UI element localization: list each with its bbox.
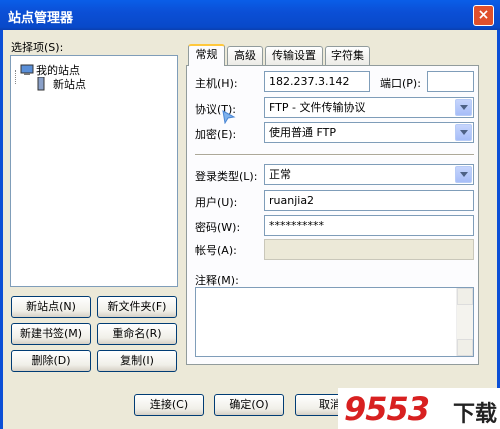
select-entry-label: 选择项(S): [11, 41, 64, 54]
delete-button[interactable]: 删除(D) [11, 350, 91, 372]
tab-charset[interactable]: 字符集 [325, 46, 370, 65]
host-label: 主机(H): [195, 77, 238, 90]
user-input[interactable]: ruanjia2 [264, 190, 474, 211]
new-site-button[interactable]: 新站点(N) [11, 296, 91, 318]
password-label: 密码(W): [195, 221, 241, 234]
new-bookmark-button[interactable]: 新建书签(M) [11, 323, 91, 345]
logon-type-value: 正常 [269, 168, 291, 181]
tab-transfer-settings[interactable]: 传输设置 [265, 46, 323, 65]
comments-textarea[interactable] [195, 287, 474, 357]
watermark-logo: 9553 下载 [338, 388, 500, 429]
encryption-select[interactable]: 使用普通 FTP [264, 122, 474, 143]
new-folder-button[interactable]: 新文件夹(F) [97, 296, 177, 318]
divider [195, 154, 474, 156]
chevron-down-icon[interactable] [455, 124, 472, 141]
chevron-down-icon[interactable] [455, 99, 472, 116]
rename-button[interactable]: 重命名(R) [97, 323, 177, 345]
tree-item-label: 新站点 [52, 76, 87, 92]
encryption-value: 使用普通 FTP [269, 126, 336, 139]
protocol-value: FTP - 文件传输协议 [269, 101, 366, 114]
logon-type-label: 登录类型(L): [195, 170, 258, 183]
account-label: 帐号(A): [195, 244, 237, 257]
logon-type-select[interactable]: 正常 [264, 164, 474, 185]
password-input[interactable]: ********** [264, 215, 474, 236]
title-bar: 站点管理器 × [0, 0, 500, 30]
tab-general[interactable]: 常规 [188, 44, 225, 66]
port-label: 端口(P): [380, 77, 421, 90]
connect-button[interactable]: 连接(C) [134, 394, 204, 416]
tab-advanced[interactable]: 高级 [227, 46, 263, 65]
host-input[interactable]: 182.237.3.142 [264, 71, 370, 92]
comments-label: 注释(M): [195, 274, 239, 287]
protocol-select[interactable]: FTP - 文件传输协议 [264, 97, 474, 118]
chevron-down-icon[interactable] [455, 166, 472, 183]
ok-button[interactable]: 确定(O) [214, 394, 284, 416]
watermark-cn: 下载 [453, 402, 498, 427]
account-input [264, 239, 474, 260]
tree-line [15, 70, 16, 84]
user-label: 用户(U): [195, 196, 238, 209]
close-button[interactable]: × [473, 5, 494, 26]
cursor-icon [222, 110, 236, 127]
copy-button[interactable]: 复制(I) [97, 350, 177, 372]
encryption-label: 加密(E): [195, 128, 237, 141]
watermark-number: 9553 [344, 390, 430, 428]
window-title: 站点管理器 [8, 11, 74, 26]
server-icon [37, 76, 45, 91]
computer-icon [20, 64, 34, 75]
scroll-up-icon[interactable] [457, 288, 473, 305]
scroll-down-icon[interactable] [457, 339, 473, 356]
comments-scrollbar[interactable] [456, 288, 473, 356]
port-input[interactable] [427, 71, 474, 92]
site-tree[interactable]: 我的站点 新站点 [10, 55, 178, 287]
